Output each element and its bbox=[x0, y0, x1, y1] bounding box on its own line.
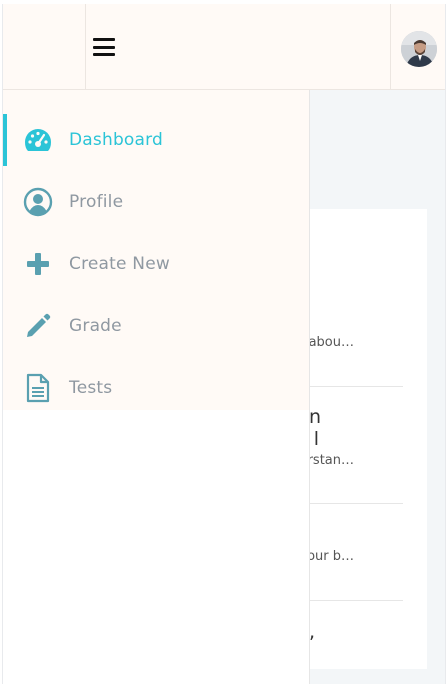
side-drawer: Dashboard Profile Create New Grade Tests bbox=[3, 90, 310, 684]
sidebar-item-dashboard[interactable]: Dashboard bbox=[3, 114, 309, 166]
avatar-area bbox=[390, 4, 445, 89]
sidebar-item-label: Profile bbox=[69, 192, 124, 212]
sidebar-item-grade[interactable]: Grade bbox=[3, 300, 309, 352]
sidebar-item-label: Dashboard bbox=[69, 130, 164, 150]
top-header bbox=[3, 4, 445, 90]
pencil-icon bbox=[22, 310, 54, 342]
sidebar-item-label: Tests bbox=[69, 378, 113, 398]
document-icon bbox=[22, 372, 54, 404]
user-circle-icon bbox=[22, 186, 54, 218]
avatar[interactable] bbox=[401, 31, 437, 67]
sidebar-item-label: Create New bbox=[69, 254, 170, 274]
app-frame: abou… n l rstan… our b… , Dashboard Prof… bbox=[2, 4, 446, 684]
sidebar-item-tests[interactable]: Tests bbox=[3, 362, 309, 414]
sidebar-item-create-new[interactable]: Create New bbox=[3, 238, 309, 290]
sidebar-item-label: Grade bbox=[69, 316, 122, 336]
brand-area bbox=[3, 4, 86, 89]
plus-icon bbox=[22, 248, 54, 280]
hamburger-icon[interactable] bbox=[93, 38, 115, 56]
dashboard-gauge-icon bbox=[22, 124, 54, 156]
sidebar-item-profile[interactable]: Profile bbox=[3, 176, 309, 228]
sidebar-menu: Dashboard Profile Create New Grade Tests bbox=[3, 90, 309, 410]
user-avatar-icon bbox=[401, 31, 437, 67]
